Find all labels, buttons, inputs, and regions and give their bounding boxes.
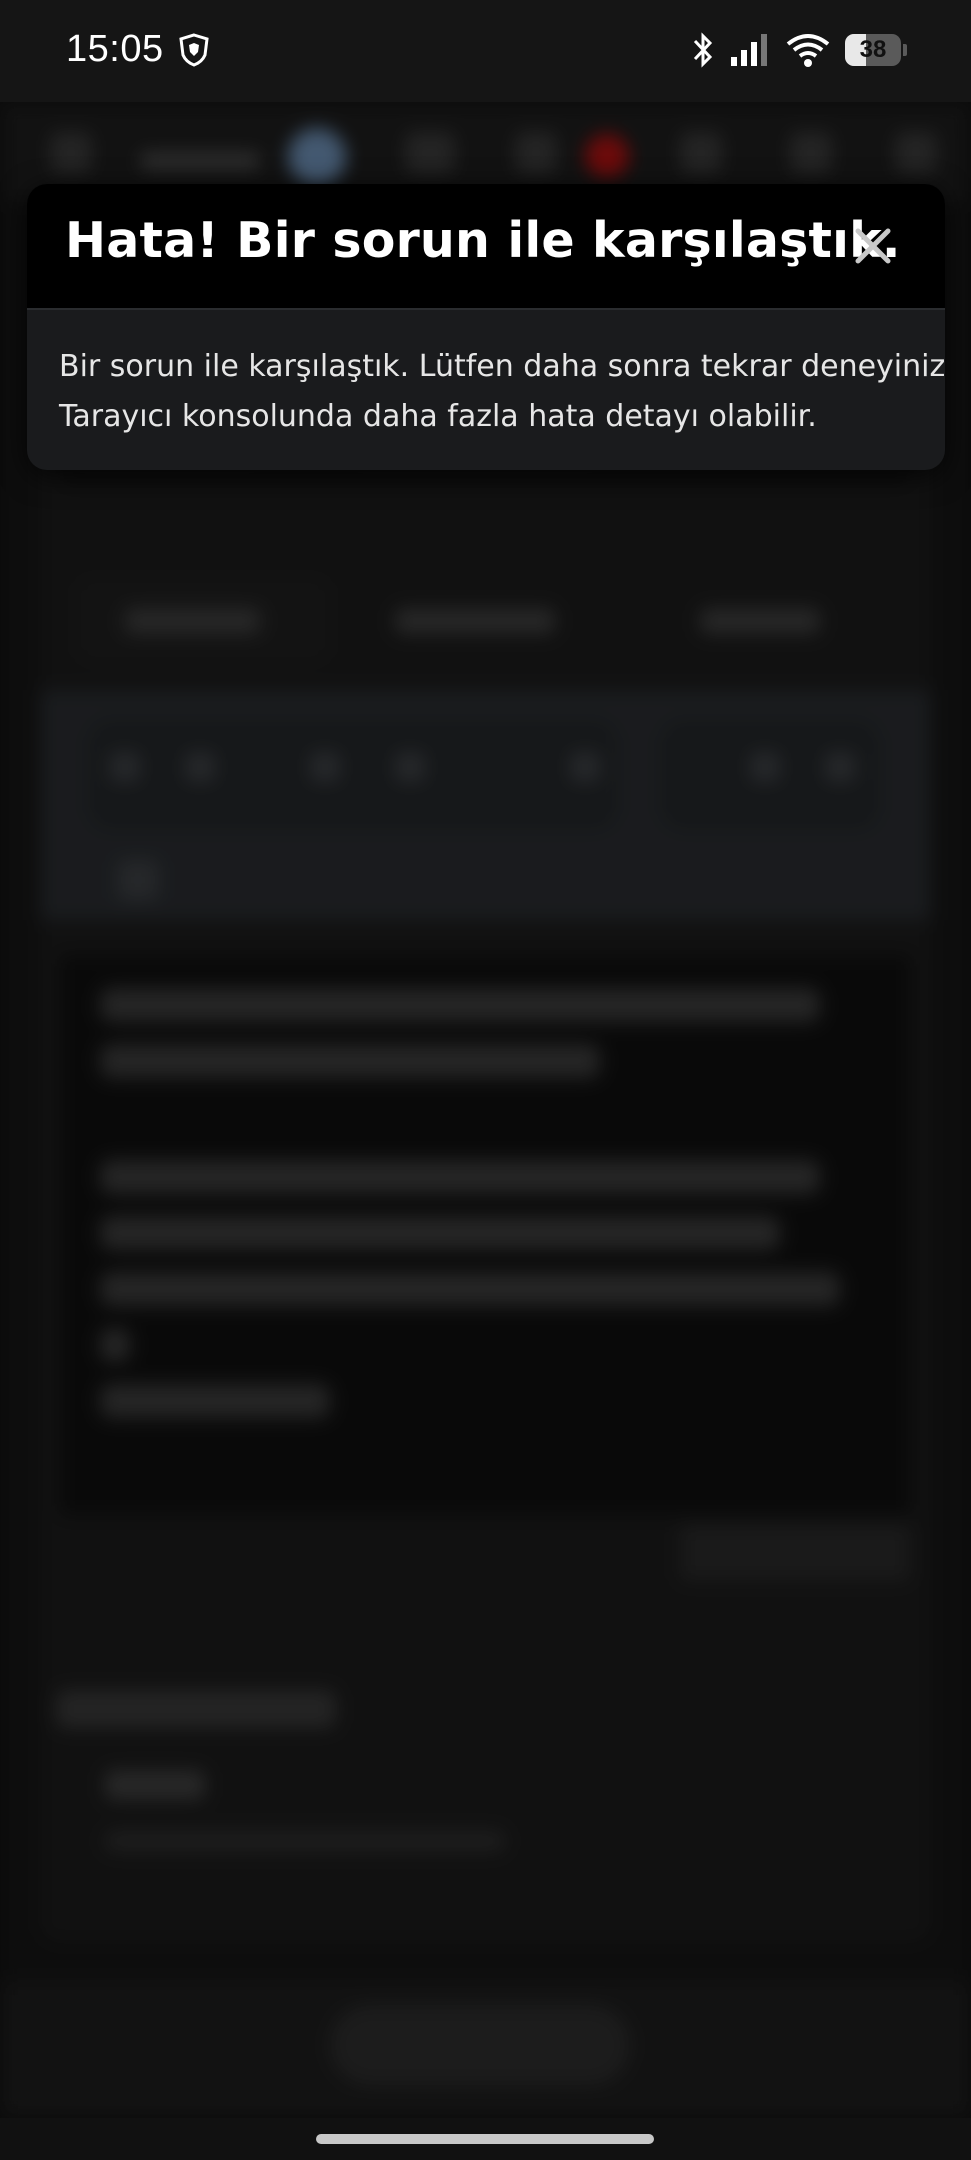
battery-tip xyxy=(903,44,907,56)
battery-level: 38 xyxy=(859,36,887,63)
close-icon[interactable] xyxy=(851,224,895,268)
bluetooth-icon xyxy=(693,32,713,68)
navigation-bar xyxy=(0,2118,971,2160)
error-dialog: Hata! Bir sorun ile karşılaştık. Bir sor… xyxy=(27,184,945,470)
dialog-title: Hata! Bir sorun ile karşılaştık. xyxy=(65,212,901,269)
battery-icon: 38 xyxy=(845,34,901,66)
wifi-icon xyxy=(786,34,830,67)
brave-shield-icon xyxy=(179,33,209,67)
status-bar: 15:05 38 xyxy=(0,0,971,102)
dialog-header: Hata! Bir sorun ile karşılaştık. xyxy=(27,184,945,310)
signal-icon xyxy=(731,34,767,66)
status-time: 15:05 xyxy=(66,28,164,70)
status-icons: 38 xyxy=(691,30,907,70)
screen: 15:05 38 Hata! Bir sorun ile karşılaştık… xyxy=(0,0,971,2160)
dialog-message-line-1: Bir sorun ile karşılaştık. Lütfen daha s… xyxy=(59,349,945,384)
dialog-message-line-2: Tarayıcı konsolunda daha fazla hata deta… xyxy=(59,399,817,434)
home-indicator[interactable] xyxy=(316,2134,654,2144)
dialog-message: Bir sorun ile karşılaştık. Lütfen daha s… xyxy=(59,342,945,442)
